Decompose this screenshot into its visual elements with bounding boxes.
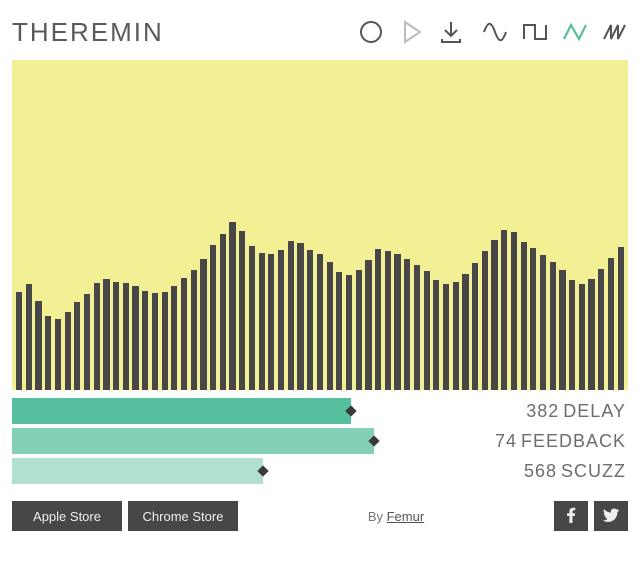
visualizer-bar [259,253,265,390]
apple-store-button[interactable]: Apple Store [12,501,122,531]
visualizer-bar [501,230,507,390]
app-title: THEREMIN [12,17,164,48]
visualizer-bar [229,222,235,390]
square-wave-icon[interactable] [522,19,548,45]
visualizer-bar [84,294,90,390]
slider-track[interactable] [12,397,476,425]
visualizer-bar [540,255,546,390]
slider-fill [12,458,263,484]
visualizer-bar [394,254,400,390]
visualizer-bar [55,319,61,390]
visualizer-bar [404,259,410,390]
visualizer-bar [346,275,352,390]
play-icon[interactable] [398,19,424,45]
visualizer-bar [123,283,129,390]
slider-fill [12,428,374,454]
slider-readout: 568SCUZZ [476,461,628,482]
visualizer-bar [45,316,51,390]
visualizer-bar [152,293,158,390]
visualizer-bar [433,280,439,390]
sine-wave-icon[interactable] [482,19,508,45]
visualizer-bar [598,269,604,390]
visualizer-bar [375,249,381,390]
slider-readout: 382DELAY [476,401,628,422]
visualizer-bar [472,263,478,390]
visualizer-bar [103,279,109,390]
visualizer-bar [307,250,313,390]
visualizer-bar [550,262,556,390]
twitter-button[interactable] [594,501,628,531]
slider-track[interactable] [12,457,476,485]
visualizer-bar [74,302,80,390]
slider-feedback[interactable]: 74FEEDBACK [12,426,628,456]
visualizer-bar [327,262,333,390]
visualizer-bar [35,301,41,390]
visualizer-bar [385,251,391,390]
visualizer-bar [142,291,148,390]
visualizer-bar [588,279,594,390]
header: THEREMIN [12,10,628,54]
visualizer-bar [278,250,284,390]
waveform-selector [482,19,628,45]
visualizer-bar [171,286,177,390]
visualizer-bar [511,232,517,390]
visualizer-bar [462,274,468,390]
visualizer-bar [200,259,206,390]
visualizer-bar [414,265,420,390]
visualizer-bar [239,231,245,390]
visualizer-bar [482,251,488,390]
twitter-icon [603,507,619,526]
visualizer-bar [559,270,565,390]
visualizer-bar [618,247,624,390]
visualizer-bar [16,292,22,390]
visualizer-bar [365,260,371,390]
visualizer-bar [113,282,119,390]
visualizer-bar [191,270,197,390]
visualizer-bar [530,248,536,390]
visualizer-bar [336,272,342,390]
visualizer[interactable] [12,60,628,390]
visualizer-bar [453,282,459,390]
visualizer-bar [424,271,430,390]
visualizer-bar [249,246,255,390]
visualizer-bar [297,243,303,390]
visualizer-bar [132,286,138,390]
visualizer-bar [65,312,71,390]
visualizer-bar [162,292,168,390]
visualizer-bar [210,245,216,390]
visualizer-bar [443,284,449,390]
visualizer-bar [94,283,100,390]
visualizer-bar [268,254,274,390]
byline: By Femur [244,509,548,524]
visualizer-bar [356,270,362,390]
facebook-icon [563,507,579,526]
slider-readout: 74FEEDBACK [476,431,628,452]
slider-fill [12,398,351,424]
transport-controls [358,19,464,45]
slider-scuzz[interactable]: 568SCUZZ [12,456,628,486]
slider-delay[interactable]: 382DELAY [12,396,628,426]
visualizer-bar [491,240,497,390]
record-icon[interactable] [358,19,384,45]
footer: Apple Store Chrome Store By Femur [12,500,628,532]
triangle-wave-icon[interactable] [562,19,588,45]
visualizer-bar [579,284,585,390]
slider-track[interactable] [12,427,476,455]
sawtooth-wave-icon[interactable] [602,19,628,45]
visualizer-bar [26,284,32,390]
visualizer-bar [521,242,527,390]
visualizer-bar [608,258,614,390]
byline-link[interactable]: Femur [387,509,425,524]
download-icon[interactable] [438,19,464,45]
chrome-store-button[interactable]: Chrome Store [128,501,238,531]
sliders-panel: 382DELAY 74FEEDBACK 568SCUZZ [12,396,628,486]
visualizer-bar [317,254,323,390]
visualizer-bar [220,234,226,390]
visualizer-bar [569,280,575,390]
facebook-button[interactable] [554,501,588,531]
visualizer-bar [181,278,187,390]
visualizer-bar [288,241,294,390]
